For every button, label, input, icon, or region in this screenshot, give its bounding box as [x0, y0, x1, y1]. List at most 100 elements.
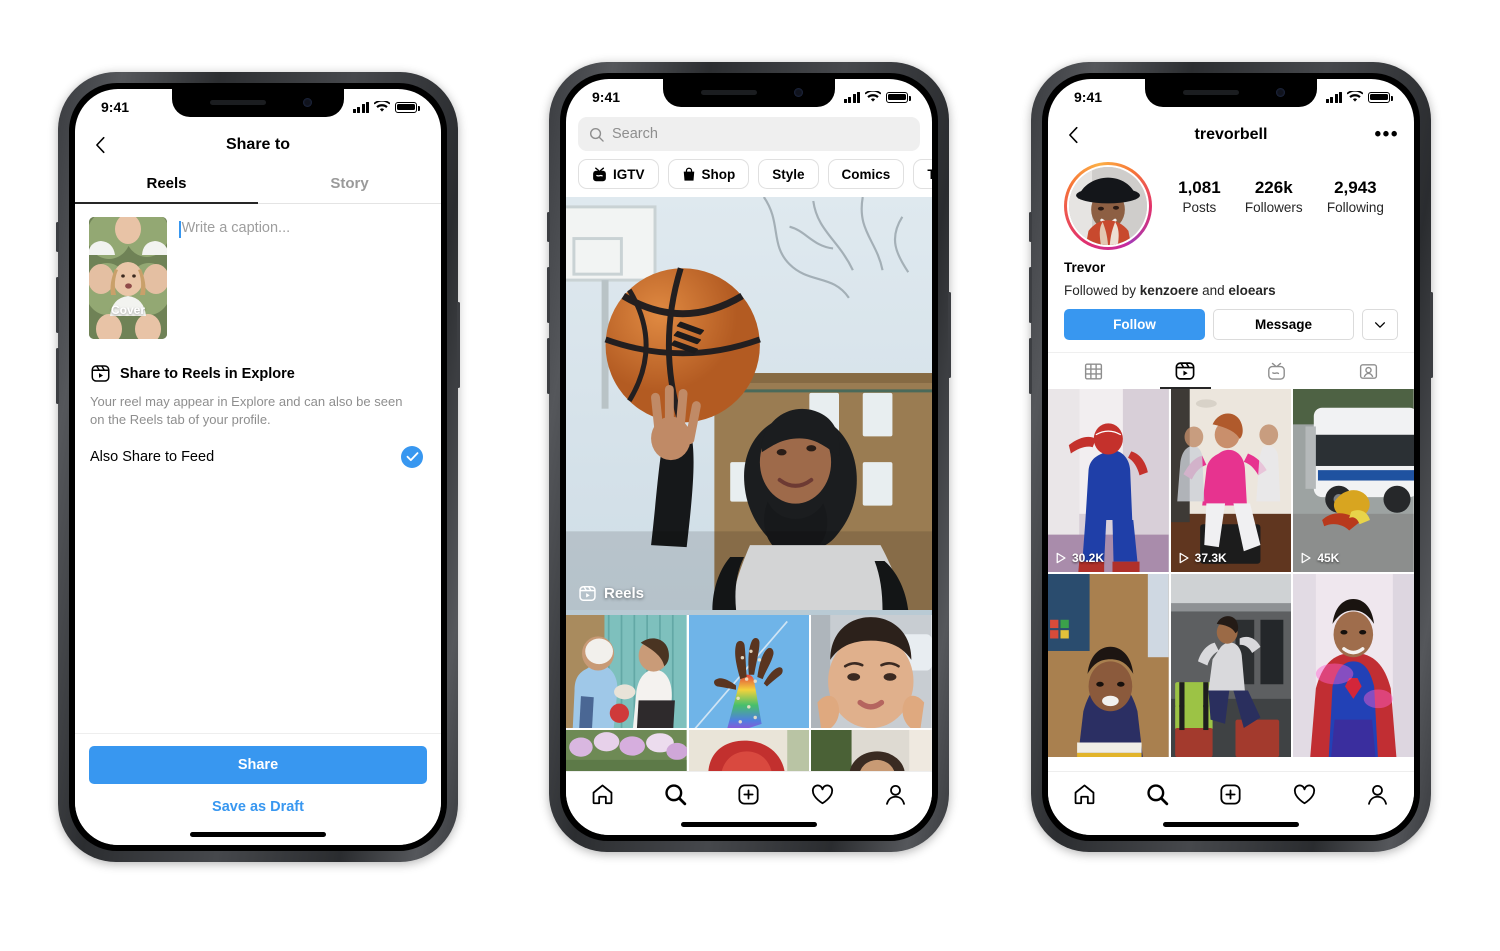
- play-icon: [1179, 552, 1189, 564]
- volume-up-button: [547, 267, 550, 323]
- explore-hero-reel[interactable]: Reels: [566, 197, 932, 615]
- reels-badge-label: Reels: [604, 585, 645, 602]
- reel-cell[interactable]: [1170, 574, 1292, 757]
- explore-grid-item[interactable]: [566, 615, 687, 728]
- avatar-inner: [1066, 164, 1150, 248]
- search-container: Search: [566, 113, 932, 159]
- explore-image: [566, 615, 687, 728]
- home-indicator[interactable]: [190, 832, 326, 837]
- cover-thumbnail[interactable]: Cover: [89, 217, 167, 339]
- status-time: 9:41: [101, 99, 130, 115]
- plus-square-icon[interactable]: [736, 782, 761, 807]
- stat-following[interactable]: 2,943 Following: [1327, 178, 1384, 215]
- chip-comics[interactable]: Comics: [827, 159, 905, 189]
- reel-cell[interactable]: 45K: [1293, 389, 1414, 572]
- search-icon[interactable]: [663, 782, 688, 807]
- search-input[interactable]: Search: [578, 117, 920, 151]
- tab-reels[interactable]: Reels: [75, 166, 258, 204]
- avatar[interactable]: [1064, 162, 1152, 250]
- home-indicator[interactable]: [681, 822, 817, 827]
- ellipsis-icon[interactable]: •••: [1375, 124, 1399, 146]
- chevron-left-icon[interactable]: [1063, 124, 1085, 146]
- volume-up-button: [1029, 267, 1032, 323]
- avatar-photo: [1068, 166, 1148, 246]
- profile-tabs: [1048, 352, 1414, 389]
- explore-grid-item[interactable]: [688, 730, 810, 772]
- profile-stats: 1,081 Posts 226k Followers 2,943 Followi…: [1152, 162, 1398, 215]
- cellular-bars-icon: [843, 91, 860, 103]
- chevron-left-icon[interactable]: [90, 134, 112, 156]
- stat-following-label: Following: [1326, 200, 1384, 215]
- reel-cell[interactable]: [1048, 574, 1169, 757]
- reel-cell[interactable]: 37.3K: [1170, 389, 1292, 572]
- explore-grid-item[interactable]: [811, 730, 932, 772]
- also-share-to-feed-row[interactable]: Also Share to Feed: [90, 445, 426, 468]
- section-header: Share to Reels in Explore: [90, 363, 426, 384]
- phone1-navbar: Share to: [75, 123, 441, 166]
- profile-tab-tagged[interactable]: [1323, 353, 1415, 389]
- explore-image: [688, 615, 810, 728]
- plus-square-icon[interactable]: [1218, 782, 1243, 807]
- reels-icon: [91, 365, 110, 382]
- reel-thumbnail: [1048, 574, 1169, 757]
- phone-mockup-share-to: 9:41 Share to Reels Story Cover Write a …: [56, 72, 460, 862]
- grid-icon: [1085, 362, 1103, 380]
- home-icon[interactable]: [1072, 782, 1097, 807]
- tagged-icon: [1359, 363, 1377, 379]
- tab-story[interactable]: Story: [258, 166, 441, 203]
- home-icon[interactable]: [590, 782, 615, 807]
- home-indicator[interactable]: [1163, 822, 1299, 827]
- phone3-screen: 9:41 trevorbell ••• 1,081 Posts 226k Fol…: [1048, 79, 1414, 835]
- section-title: Share to Reels in Explore: [120, 365, 295, 382]
- profile-tab-grid[interactable]: [1048, 353, 1140, 389]
- profile-tab-igtv[interactable]: [1231, 353, 1323, 389]
- igtv-icon: [593, 167, 606, 181]
- compose-area: Cover Write a caption...: [75, 204, 441, 347]
- save-as-draft-button[interactable]: Save as Draft: [89, 799, 427, 815]
- profile-actions: Follow Message: [1048, 298, 1414, 340]
- mute-switch: [56, 222, 59, 252]
- share-to-explore-section: Share to Reels in Explore Your reel may …: [75, 347, 441, 468]
- chip-igtv[interactable]: IGTV: [578, 159, 659, 189]
- also-share-label: Also Share to Feed: [90, 448, 215, 465]
- reel-views: 45K: [1300, 551, 1339, 565]
- category-chips[interactable]: IGTV Shop Style Comics T: [566, 159, 932, 197]
- chip-tv-and-movies[interactable]: TV & Movies: [913, 159, 932, 189]
- follow-button[interactable]: Follow: [1064, 309, 1205, 340]
- shop-bag-icon: [683, 167, 694, 181]
- heart-icon[interactable]: [810, 782, 835, 807]
- stat-posts[interactable]: 1,081 Posts: [1178, 178, 1221, 215]
- explore-image: [811, 730, 932, 772]
- igtv-icon: [1268, 362, 1286, 380]
- chip-comics-label: Comics: [841, 166, 891, 182]
- share-button[interactable]: Share: [89, 746, 427, 784]
- reel-thumbnail: [1170, 389, 1292, 572]
- explore-image: [811, 615, 932, 728]
- person-icon[interactable]: [883, 782, 908, 807]
- explore-grid-item[interactable]: [811, 615, 932, 728]
- phone-mockup-profile: 9:41 trevorbell ••• 1,081 Posts 226k Fol…: [1029, 62, 1433, 852]
- battery-icon: [1368, 91, 1393, 103]
- message-button[interactable]: Message: [1213, 309, 1354, 340]
- stat-followers[interactable]: 226k Followers: [1245, 178, 1303, 215]
- share-destination-tabs: Reels Story: [75, 166, 441, 204]
- followed-by-user-1[interactable]: kenzoere: [1140, 283, 1199, 298]
- explore-grid-item[interactable]: [566, 730, 687, 772]
- chip-style[interactable]: Style: [758, 159, 819, 189]
- battery-icon: [886, 91, 911, 103]
- profile-tab-reels[interactable]: [1140, 353, 1232, 389]
- status-time: 9:41: [1074, 89, 1103, 105]
- caption-input[interactable]: Write a caption...: [179, 217, 427, 339]
- reel-views-count: 37.3K: [1194, 551, 1227, 565]
- cover-image: [89, 217, 167, 339]
- chip-shop[interactable]: Shop: [667, 159, 750, 189]
- checkmark-circle-icon[interactable]: [401, 445, 423, 468]
- heart-icon[interactable]: [1292, 782, 1317, 807]
- explore-grid-item[interactable]: [688, 615, 810, 728]
- search-icon[interactable]: [1145, 782, 1170, 807]
- person-icon[interactable]: [1365, 782, 1390, 807]
- reel-cell[interactable]: 30.2K: [1048, 389, 1169, 572]
- reel-cell[interactable]: [1293, 574, 1414, 757]
- more-options-button[interactable]: [1362, 309, 1398, 340]
- followed-by-user-2[interactable]: eloears: [1228, 283, 1275, 298]
